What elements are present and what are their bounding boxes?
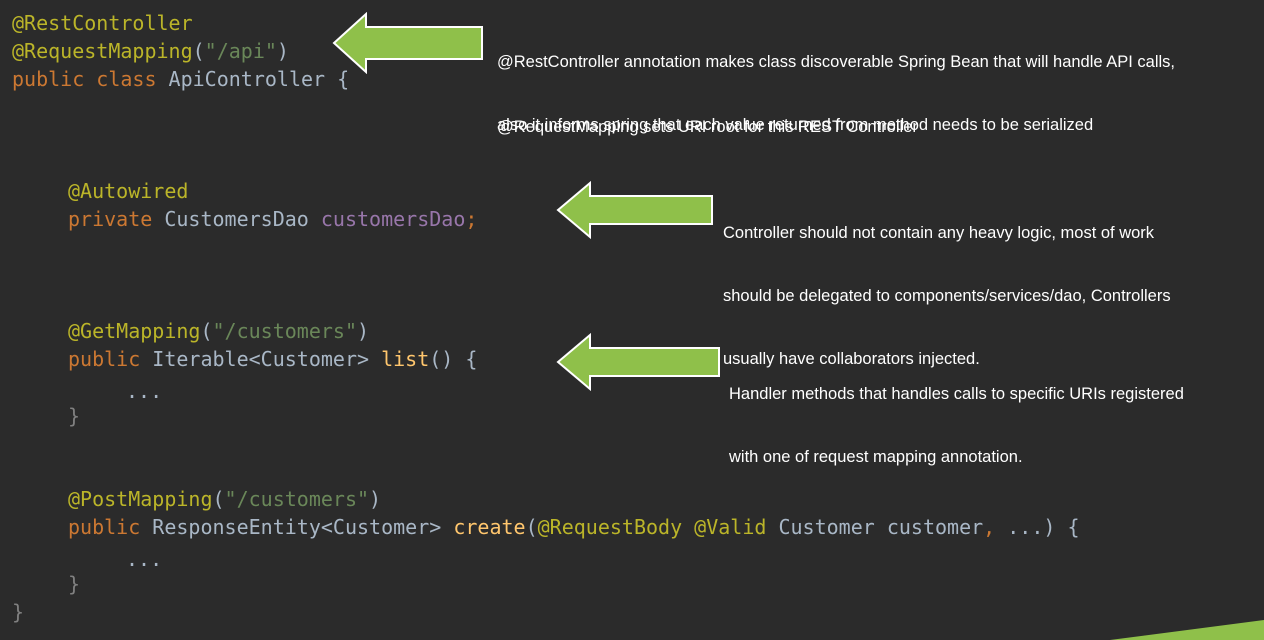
keyword-token: public — [68, 515, 153, 539]
note-handler: Handler methods that handles calls to sp… — [729, 342, 1184, 510]
annotation-token: @PostMapping — [68, 487, 213, 511]
slide-canvas: @RestController @RequestMapping("/api") … — [0, 0, 1264, 640]
code-line-create-close: } — [68, 570, 80, 598]
keyword-token: public class — [12, 67, 169, 91]
parameter-token: Customer customer — [778, 515, 984, 539]
field-token: customersDao — [320, 207, 466, 231]
brace-token: } — [12, 600, 25, 624]
class-name-token: ApiController { — [168, 67, 350, 91]
string-token: "/customers" — [224, 487, 370, 511]
ellipsis-token: ... — [126, 547, 163, 571]
code-line-autowired: @Autowired — [68, 177, 188, 205]
arrow-left-icon — [332, 12, 483, 74]
code-line-get-mapping: @GetMapping("/customers") — [68, 317, 369, 345]
note-text-line: should be delegated to components/servic… — [723, 287, 1171, 305]
annotation-token: @RestController — [12, 11, 193, 35]
paren-token: ( — [525, 515, 538, 539]
brace-token: } — [68, 572, 81, 596]
code-line-list-close: } — [68, 402, 80, 430]
punctuation-token: ...) { — [995, 515, 1080, 539]
note-request-mapping: @RequestMapping sets URI root for this R… — [497, 75, 918, 180]
annotation-token: @RequestBody — [537, 515, 695, 539]
code-line-list-body: ... — [126, 377, 162, 405]
type-token: ResponseEntity<Customer> — [152, 515, 454, 539]
corner-accent-shape — [1110, 620, 1264, 640]
annotation-token: @RequestMapping — [12, 39, 193, 63]
code-line-request-mapping: @RequestMapping("/api") — [12, 37, 289, 65]
arrow-left-icon — [556, 333, 720, 391]
arrow-left-icon — [556, 181, 713, 239]
type-token: Iterable<Customer> — [152, 347, 382, 371]
code-line-class-close: } — [12, 598, 24, 626]
annotation-token: @Valid — [694, 515, 779, 539]
paren-token: ) — [276, 39, 289, 63]
code-line-class-declaration: public class ApiController { — [12, 65, 349, 93]
note-text-line: with one of request mapping annotation. — [729, 448, 1023, 466]
code-line-list-method: public Iterable<Customer> list() { — [68, 345, 477, 373]
method-name-token: list — [381, 347, 430, 371]
keyword-token: public — [68, 347, 153, 371]
code-line-dao-field: private CustomersDao customersDao; — [68, 205, 477, 233]
code-line-create-body: ... — [126, 545, 162, 573]
semicolon-token: ; — [465, 207, 478, 231]
type-token: CustomersDao — [164, 207, 321, 231]
method-name-token: create — [453, 515, 526, 539]
paren-token: ( — [200, 319, 213, 343]
code-line-create-method: public ResponseEntity<Customer> create(@… — [68, 513, 1080, 541]
brace-token: } — [68, 404, 81, 428]
note-text-line: Handler methods that handles calls to sp… — [729, 385, 1184, 403]
paren-token: ( — [192, 39, 205, 63]
note-text-line: @RequestMapping sets URI root for this R… — [497, 118, 918, 136]
paren-token: ) — [369, 487, 382, 511]
string-token: "/api" — [204, 39, 277, 63]
note-text-line: @RestController annotation makes class d… — [497, 53, 1176, 71]
keyword-token: private — [68, 207, 165, 231]
string-token: "/customers" — [212, 319, 358, 343]
paren-token: ) — [357, 319, 370, 343]
note-text-line: Controller should not contain any heavy … — [723, 224, 1155, 242]
code-line-post-mapping: @PostMapping("/customers") — [68, 485, 381, 513]
paren-token: ( — [212, 487, 225, 511]
ellipsis-token: ... — [126, 379, 163, 403]
annotation-token: @GetMapping — [68, 319, 201, 343]
punctuation-token: () { — [429, 347, 478, 371]
code-line-rest-controller: @RestController — [12, 9, 193, 37]
annotation-token: @Autowired — [68, 179, 189, 203]
comma-token: , — [983, 515, 996, 539]
